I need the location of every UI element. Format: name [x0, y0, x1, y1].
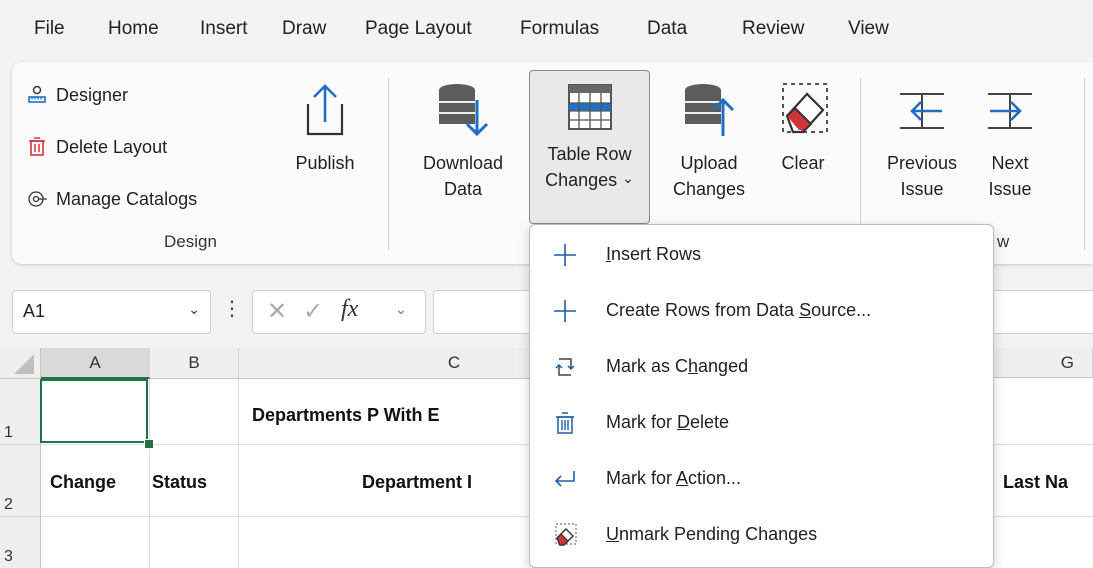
chevron-down-icon[interactable]: ⌄ [395, 301, 407, 318]
chevron-down-icon[interactable]: ⌄ [188, 301, 200, 318]
cell-a2[interactable]: Change [50, 472, 116, 493]
cell-g2[interactable]: Last Na [1003, 472, 1068, 493]
refresh-icon [555, 358, 575, 376]
next-line2: Issue [988, 179, 1032, 199]
menu-view[interactable]: View [848, 18, 889, 40]
eraser-icon [782, 83, 828, 134]
return-arrow-icon [554, 471, 575, 487]
name-box-value: A1 [23, 301, 46, 321]
table-row-changes-menu: Insert Rows Create Rows from Data Source… [529, 224, 994, 568]
menu-item-label: Mark for Delete [606, 412, 730, 432]
previous-issue-button[interactable]: Previous Issue [874, 80, 970, 230]
menu-review[interactable]: Review [742, 18, 804, 40]
table-row-line1: Table Row [547, 144, 632, 164]
cancel-icon[interactable]: ✕ [267, 297, 287, 326]
cell-c2[interactable]: Department I [362, 472, 472, 493]
upload-changes-icon [685, 84, 735, 136]
menu-item-mark-action[interactable]: Mark for Action... [530, 452, 993, 508]
next-line1: Next [991, 153, 1029, 173]
ribbon-separator [388, 78, 389, 250]
upload-line2: Changes [672, 179, 746, 199]
table-grid-icon [567, 84, 612, 130]
design-group-label: Design [164, 232, 217, 251]
plus-icon [554, 300, 576, 322]
column-header-b[interactable]: B [150, 348, 239, 379]
next-arrow-icon [988, 93, 1032, 129]
eraser-icon [555, 523, 577, 546]
menu-insert[interactable]: Insert [200, 18, 248, 40]
table-row-line2-wrap: Changes ⌄ [530, 167, 649, 194]
menu-item-unmark-pending[interactable]: Unmark Pending Changes [530, 508, 993, 564]
delete-layout-label: Delete Layout [56, 136, 168, 157]
delete-layout-button[interactable]: Delete Layout [26, 136, 167, 158]
chevron-down-icon: ⌄ [622, 170, 634, 186]
selected-cell-a1[interactable] [40, 379, 148, 443]
menu-page-layout[interactable]: Page Layout [365, 18, 472, 40]
previous-arrow-icon [900, 93, 944, 129]
publish-label: Publish [295, 153, 355, 173]
clear-label: Clear [781, 153, 825, 173]
insert-function-icon[interactable]: fx [341, 296, 358, 323]
publish-button[interactable]: Publish [283, 80, 367, 230]
next-issue-button[interactable]: Next Issue [974, 80, 1046, 230]
fill-handle[interactable] [144, 439, 154, 449]
catalog-icon [28, 191, 47, 207]
table-row-line2: Changes [545, 170, 618, 190]
more-options-icon[interactable]: ⋮ [222, 296, 242, 321]
previous-line1: Previous [886, 153, 958, 173]
issues-group-label: w [997, 232, 1010, 251]
clear-button[interactable]: Clear [765, 80, 841, 230]
confirm-icon[interactable]: ✓ [303, 297, 323, 326]
menu-file[interactable]: File [34, 18, 65, 40]
trash-icon [29, 137, 45, 156]
menu-item-label: Mark for Action... [606, 468, 742, 488]
publish-icon [306, 84, 344, 136]
ribbon-separator [1084, 78, 1085, 250]
designer-button[interactable]: Designer [26, 84, 128, 106]
menu-data[interactable]: Data [647, 18, 687, 40]
menu-item-create-rows[interactable]: Create Rows from Data Source... [530, 284, 993, 340]
cell-b2[interactable]: Status [152, 472, 207, 493]
select-all-corner[interactable] [0, 348, 41, 379]
formula-buttons: ✕ ✓ fx ⌄ [252, 290, 426, 334]
previous-line2: Issue [900, 179, 944, 199]
menu-item-label: Mark as Changed [606, 356, 749, 376]
row-header-3[interactable]: 3 [0, 517, 41, 568]
menu-item-label: Unmark Pending Changes [606, 524, 818, 544]
upload-line1: Upload [680, 153, 738, 173]
menu-item-insert-rows[interactable]: Insert Rows [530, 228, 993, 284]
row-header-2[interactable]: 2 [0, 445, 41, 517]
name-box[interactable]: A1 ⌄ [12, 290, 211, 334]
grid-line [149, 379, 150, 568]
menu-item-label: Insert Rows [606, 244, 702, 264]
plus-icon [554, 244, 576, 266]
menu-item-mark-changed[interactable]: Mark as Changed [530, 340, 993, 396]
row-header-1[interactable]: 1 [0, 379, 41, 445]
designer-label: Designer [56, 84, 129, 105]
download-line1: Download [422, 153, 504, 173]
menu-formulas[interactable]: Formulas [520, 18, 599, 40]
menu-home[interactable]: Home [108, 18, 159, 40]
menu-bar: File Home Insert Draw Page Layout Formul… [0, 0, 1093, 62]
menu-item-mark-delete[interactable]: Mark for Delete [530, 396, 993, 452]
corner-triangle-icon [14, 354, 34, 374]
upload-changes-button[interactable]: Upload Changes [660, 80, 758, 230]
manage-catalogs-button[interactable]: Manage Catalogs [26, 188, 197, 210]
manage-catalogs-label: Manage Catalogs [56, 188, 198, 209]
menu-item-label: Create Rows from Data Source... [606, 300, 872, 320]
download-data-icon [439, 84, 489, 137]
download-data-button[interactable]: Download Data [405, 80, 521, 230]
trash-icon [556, 412, 574, 434]
designer-icon [28, 85, 46, 103]
table-row-changes-button[interactable]: Table Row Changes ⌄ [529, 70, 650, 224]
cell-c1[interactable]: Departments P With E [252, 405, 440, 426]
column-header-g[interactable]: G [992, 348, 1093, 378]
menu-draw[interactable]: Draw [282, 18, 326, 40]
grid-line [238, 379, 239, 568]
download-line2: Data [443, 179, 483, 199]
column-header-a[interactable]: A [41, 348, 150, 379]
